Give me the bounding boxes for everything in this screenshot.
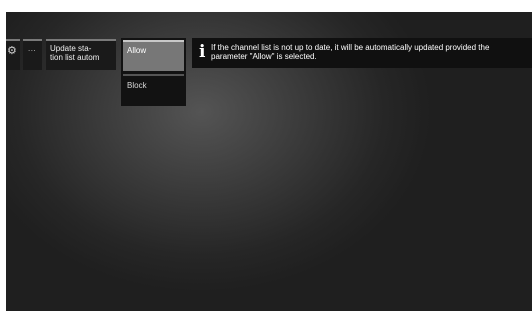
gear-icon: ⚙ xyxy=(7,45,17,57)
update-label-line1: Update sta- xyxy=(50,44,92,53)
tv-screen: ⚙ ... Update sta- tion list autom Allow … xyxy=(6,12,532,311)
option-allow[interactable]: Allow xyxy=(123,40,184,71)
option-block[interactable]: Block xyxy=(123,74,184,96)
info-icon: i xyxy=(199,42,206,62)
update-station-list-button[interactable]: Update sta- tion list autom xyxy=(46,39,116,70)
info-box: i If the channel list is not up to date,… xyxy=(192,38,532,68)
more-button[interactable]: ... xyxy=(23,39,42,70)
info-text: If the channel list is not up to date, i… xyxy=(211,43,490,61)
option-dropdown: Allow Block xyxy=(121,38,186,106)
settings-button[interactable]: ⚙ xyxy=(6,39,20,70)
ellipsis-label: ... xyxy=(28,44,37,53)
update-label-line2: tion list autom xyxy=(50,53,100,62)
